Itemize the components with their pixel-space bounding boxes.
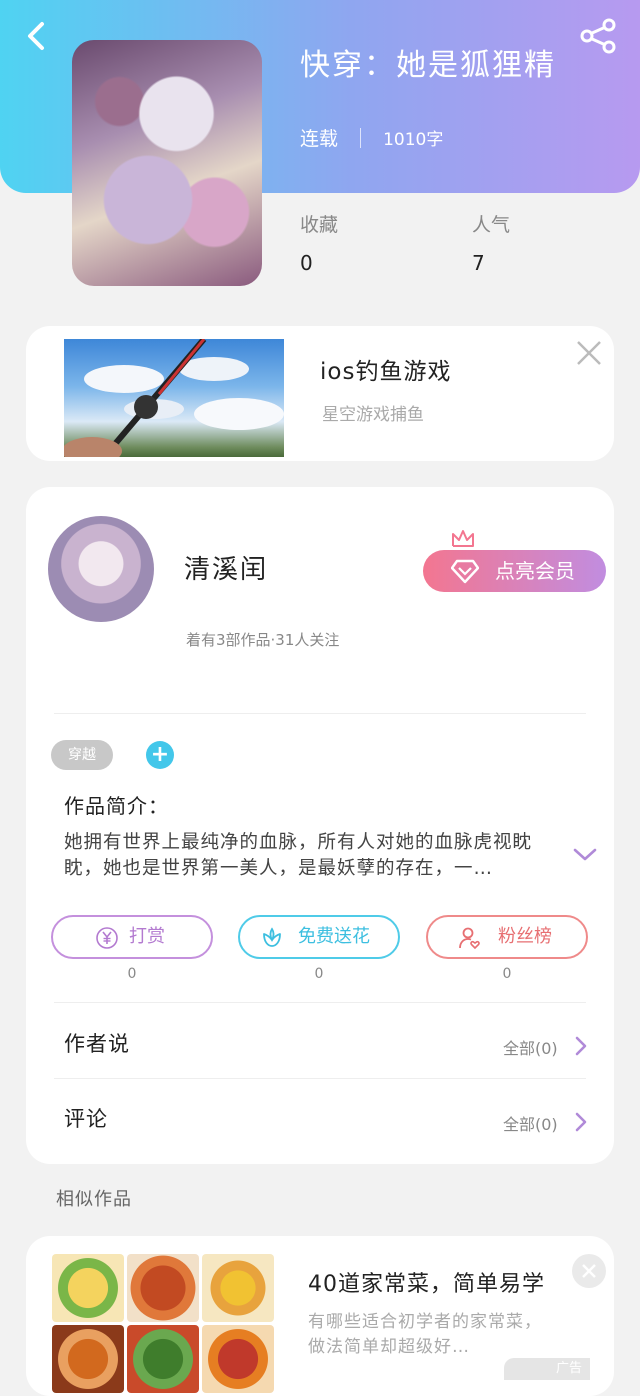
- reward-count: 0: [127, 966, 137, 982]
- chevron-right-icon[interactable]: [574, 1112, 588, 1132]
- divider: [54, 1078, 586, 1079]
- divider: [54, 713, 586, 714]
- status-divider: [360, 127, 362, 148]
- ad-subtitle: 星空游戏捕鱼: [322, 405, 424, 425]
- similar-work-image: [52, 1254, 274, 1395]
- book-cover-image[interactable]: [72, 40, 262, 286]
- vip-membership-button[interactable]: 点亮会员: [423, 530, 606, 592]
- flower-count: 0: [314, 966, 324, 982]
- tag-chip[interactable]: 穿越: [51, 740, 113, 770]
- fans-count: 0: [502, 966, 512, 982]
- book-detail-card: 清溪闰 着有3部作品·31人关注 点亮会员 穿越 + 作品简介： 她拥有世界上最…: [26, 487, 614, 1164]
- intro-text: 她拥有世界上最纯净的血脉，所有人对她的血脉虎视眈眈，她也是世界第一美人，是最妖孽…: [64, 832, 533, 879]
- share-icon[interactable]: [576, 14, 620, 58]
- food-photo: [52, 1254, 124, 1322]
- add-tag-button[interactable]: +: [146, 741, 174, 769]
- user-heart-icon: [459, 927, 480, 950]
- food-photo: [202, 1325, 274, 1393]
- author-meta: 着有3部作品·31人关注: [186, 631, 340, 649]
- serial-status: 连载: [300, 128, 339, 150]
- chevron-down-icon[interactable]: [572, 845, 598, 865]
- vip-button-label: 点亮会员: [495, 559, 575, 583]
- similar-works-heading: 相似作品: [56, 1189, 132, 1210]
- fishing-rod-image: [64, 339, 284, 457]
- divider: [54, 1002, 586, 1003]
- stat-favorites: 收藏 0: [300, 210, 338, 275]
- stat-favorites-value: 0: [300, 251, 313, 275]
- book-title: 快穿：她是狐狸精: [300, 48, 556, 83]
- free-flower-label: 免费送花: [298, 926, 370, 947]
- close-x-icon: [582, 1264, 596, 1278]
- free-flower-button[interactable]: 免费送花: [238, 915, 400, 959]
- reward-button[interactable]: 打赏: [51, 915, 213, 959]
- author-avatar[interactable]: [48, 516, 154, 622]
- stat-favorites-label: 收藏: [300, 214, 339, 236]
- word-count: 1010字: [383, 130, 444, 150]
- reward-label: 打赏: [129, 926, 165, 947]
- author-name[interactable]: 清溪闰: [184, 549, 268, 586]
- book-status-row: 连载 1010字: [300, 124, 443, 151]
- diamond-icon: [451, 559, 479, 584]
- fans-ranking-label: 粉丝榜: [498, 926, 552, 947]
- stat-popularity: 人气 7: [472, 210, 510, 275]
- yen-icon: [96, 927, 118, 949]
- similar-work-card[interactable]: 40道家常菜，简单易学 有哪些适合初学者的家常菜，做法简单却超级好… 广告: [26, 1236, 614, 1396]
- stat-popularity-label: 人气: [472, 214, 511, 236]
- author-note-label: 作者说: [64, 1032, 130, 1056]
- ad-title: ios钓鱼游戏: [320, 359, 452, 385]
- flower-icon: [263, 927, 281, 947]
- food-photo: [127, 1325, 199, 1393]
- ad-card[interactable]: ios钓鱼游戏 星空游戏捕鱼: [26, 326, 614, 461]
- fans-ranking-button[interactable]: 粉丝榜: [426, 915, 588, 959]
- close-icon[interactable]: [574, 338, 604, 368]
- close-icon[interactable]: [572, 1254, 606, 1288]
- chevron-right-icon[interactable]: [574, 1036, 588, 1056]
- stat-popularity-value: 7: [472, 251, 485, 275]
- food-photo: [202, 1254, 274, 1322]
- comments-all-link[interactable]: 全部(0): [503, 1111, 558, 1135]
- similar-work-desc: 有哪些适合初学者的家常菜，做法简单却超级好…: [308, 1312, 542, 1357]
- crown-icon: [452, 530, 474, 547]
- food-photo: [52, 1325, 124, 1393]
- author-note-all-link[interactable]: 全部(0): [503, 1035, 558, 1059]
- ad-image: [64, 339, 284, 457]
- comments-label: 评论: [64, 1107, 108, 1131]
- food-photo: [127, 1254, 199, 1322]
- similar-work-title: 40道家常菜，简单易学: [308, 1272, 545, 1297]
- intro-label: 作品简介：: [64, 794, 169, 818]
- back-icon[interactable]: [16, 16, 56, 56]
